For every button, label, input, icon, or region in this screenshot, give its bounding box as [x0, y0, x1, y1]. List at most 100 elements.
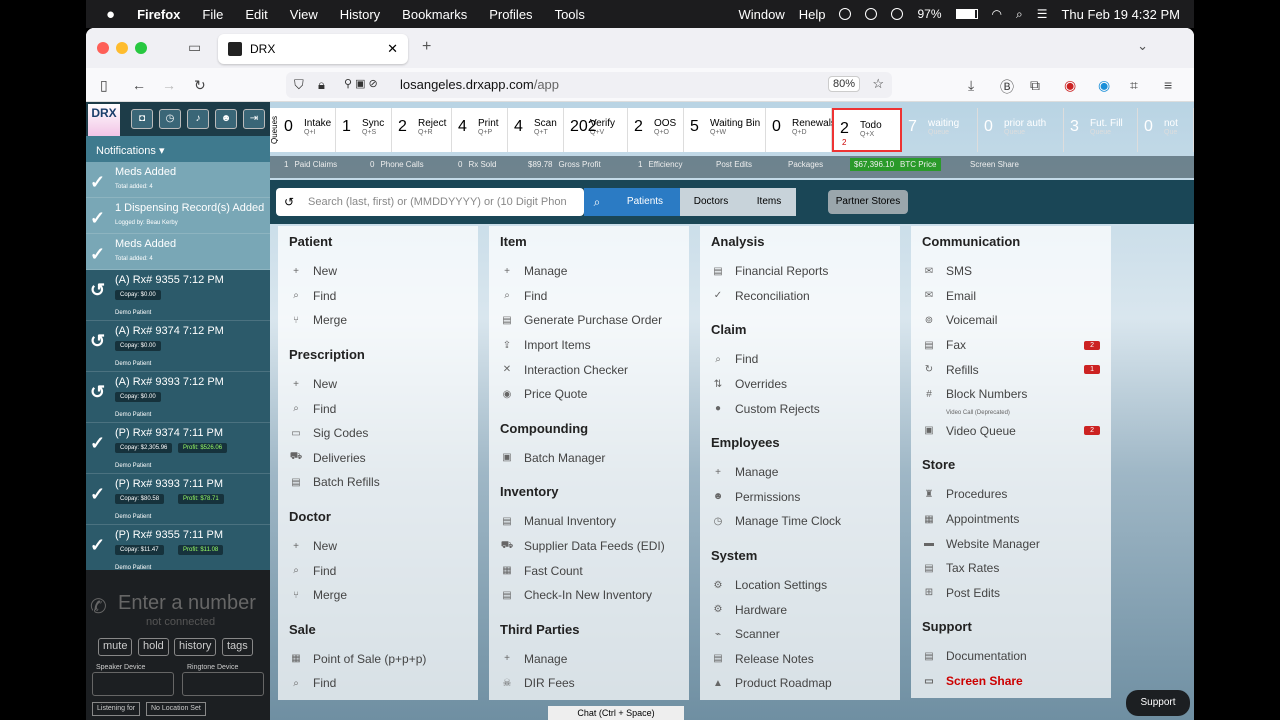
menu-item-manage[interactable]: + Manage [500, 259, 678, 284]
menu-item-overrides[interactable]: ⇅ Overrides [711, 372, 889, 397]
phone-number-input[interactable]: Enter a number [118, 592, 256, 615]
sidebar-toggle-icon[interactable]: ▯ [100, 77, 108, 94]
menu-item-find[interactable]: ⌕ Find [289, 671, 467, 696]
tab-list-chevron-icon[interactable]: ⌄ [1137, 38, 1148, 54]
menu-item-check-in-new-inventory[interactable]: ▤ Check-In New Inventory [500, 583, 678, 608]
menu-icon[interactable]: ≡ [1164, 77, 1172, 93]
play-icon[interactable] [891, 8, 904, 20]
volume-icon[interactable]: ♪ [187, 109, 209, 129]
search-input[interactable]: Search (last, first) or (MMDDYYYY) or (1… [276, 188, 584, 216]
user-icon[interactable]: ☻ [215, 109, 237, 129]
menu-item-location-settings[interactable]: ⚙ Location Settings [711, 573, 889, 598]
queue-fut-fill[interactable]: 3 Fut. Fill Queue [1064, 108, 1138, 152]
menu-profiles[interactable]: Profiles [489, 7, 532, 22]
clock[interactable]: Thu Feb 19 4:32 PM [1061, 7, 1180, 22]
menu-item-batch-manager[interactable]: ▣ Batch Manager [500, 446, 678, 471]
menu-item-permissions[interactable]: ☻ Permissions [711, 485, 889, 510]
queue-scan[interactable]: 4 Scan Q+T [508, 108, 564, 152]
chat-button[interactable]: Chat (Ctrl + Space) [548, 706, 684, 720]
tags-button[interactable]: tags [222, 638, 253, 656]
support-button[interactable]: Support [1126, 690, 1190, 716]
queue-intake[interactable]: 0 Intake Q+I [278, 108, 336, 152]
mute-button[interactable]: mute [98, 638, 133, 656]
menu-item-supplier-data-feeds-edi[interactable]: ⛟ Supplier Data Feeds (EDI) [500, 534, 678, 559]
notification-item[interactable]: ✓ Meds Added Total added: 4 [86, 234, 270, 270]
bookmark-star-icon[interactable]: ☆ [872, 76, 884, 92]
crop-icon[interactable]: ⌗ [1130, 77, 1138, 94]
menu-item-email[interactable]: ✉ Email [922, 284, 1100, 309]
menu-item-new[interactable]: + New [289, 534, 467, 559]
queue-sync[interactable]: 1 Sync Q+S [336, 108, 392, 152]
tab-patients[interactable]: Patients [610, 188, 680, 216]
menu-history[interactable]: History [340, 7, 380, 22]
drx-logo[interactable]: DRX [88, 104, 120, 136]
menu-item-interaction-checker[interactable]: ✕ Interaction Checker [500, 357, 678, 382]
partner-stores-button[interactable]: Partner Stores [828, 190, 908, 214]
queue-waiting[interactable]: 7 waiting Queue [902, 108, 978, 152]
menu-item-documentation[interactable]: ▤ Documentation [922, 644, 1100, 669]
notification-item[interactable]: ↺ (A) Rx# 9355 7:12 PM Copay: $0.00 Demo Pa… [86, 270, 270, 321]
menu-item-screen-share[interactable]: ▭ Screen Share [922, 669, 1100, 694]
menu-item-find[interactable]: ⌕ Find [500, 284, 678, 309]
apple-icon[interactable]: ● [106, 6, 115, 23]
account-icon[interactable]: Ⓑ [1000, 77, 1014, 97]
lock-icon[interactable]: 🔒︎ [318, 77, 325, 93]
menu-item-merge[interactable]: ⑂ Merge [289, 583, 467, 608]
menu-item-find[interactable]: ⌕ Find [289, 284, 467, 309]
minimize-window-button[interactable] [116, 42, 128, 54]
back-icon[interactable]: ← [132, 77, 146, 93]
queue-verify[interactable]: 202 Verify Q+V [564, 108, 628, 152]
speaker-device-select[interactable] [92, 672, 174, 696]
menu-item-voicemail[interactable]: ⊚ Voicemail [922, 308, 1100, 333]
menu-item-scanner[interactable]: ⌁ Scanner [711, 622, 889, 647]
menu-edit[interactable]: Edit [245, 7, 267, 22]
menu-app[interactable]: Firefox [137, 7, 180, 22]
menu-item-sig-codes[interactable]: ▭ Sig Codes [289, 421, 467, 446]
menu-item-manual-inventory[interactable]: ▤ Manual Inventory [500, 509, 678, 534]
queue-waiting-bin[interactable]: 5 Waiting Bin Q+W [684, 108, 766, 152]
record-icon[interactable] [839, 8, 852, 20]
menu-item-appointments[interactable]: ▦ Appointments [922, 507, 1100, 532]
menu-file[interactable]: File [202, 7, 223, 22]
menu-item-deliveries[interactable]: ⛟ Deliveries [289, 446, 467, 471]
tab-doctors[interactable]: Doctors [680, 188, 742, 216]
clock-icon[interactable]: ◷ [159, 109, 181, 129]
menu-item-find[interactable]: ⌕ Find [289, 396, 467, 421]
menu-item-financial-reports[interactable]: ▤ Financial Reports [711, 259, 889, 284]
menu-item-manage[interactable]: + Manage [711, 460, 889, 485]
menu-item-point-of-sale-p-p-p[interactable]: ▦ Point of Sale (p+p+p) [289, 647, 467, 672]
close-tab-icon[interactable]: ✕ [387, 41, 398, 57]
extension-badge-icon[interactable]: ◉ [1064, 77, 1076, 94]
notifications-dropdown[interactable]: Notifications ▾ [86, 136, 270, 162]
history-icon[interactable]: ↺ [284, 195, 294, 209]
menu-item-find[interactable]: ⌕ Find [711, 347, 889, 372]
menu-item-sms[interactable]: ✉ SMS [922, 259, 1100, 284]
tab-overview-icon[interactable]: ▭ [188, 39, 201, 56]
logout-icon[interactable]: ⇥ [243, 109, 265, 129]
camera-icon[interactable]: ◘ [131, 109, 153, 129]
menu-item-block-numbers[interactable]: # Block Numbers [922, 382, 1100, 407]
queue-renewals[interactable]: 0 Renewals Q+D [766, 108, 836, 152]
menu-item-manage-time-clock[interactable]: ◷ Manage Time Clock [711, 509, 889, 534]
menu-item-website-manager[interactable]: ▬ Website Manager [922, 531, 1100, 556]
focus-icon[interactable] [865, 8, 878, 20]
menu-item-generate-purchase-order[interactable]: ▤ Generate Purchase Order [500, 308, 678, 333]
menu-item-manage[interactable]: + Manage [500, 647, 678, 672]
menu-item-post-edits[interactable]: ⊞ Post Edits [922, 581, 1100, 606]
menu-item-new[interactable]: + New [289, 259, 467, 284]
notification-item[interactable]: ✓ 1 Dispensing Record(s) Added Logged by: … [86, 198, 270, 234]
menu-view[interactable]: View [290, 7, 318, 22]
menu-item-video-queue[interactable]: ▣ Video Queue 2 [922, 419, 1100, 444]
notification-item[interactable]: ✓ (P) Rx# 9393 7:11 PM Copay: $80.58 Profit… [86, 474, 270, 525]
close-window-button[interactable] [97, 42, 109, 54]
menu-item-new[interactable]: + New [289, 372, 467, 397]
ringtone-device-select[interactable] [182, 672, 264, 696]
menu-item-tax-rates[interactable]: ▤ Tax Rates [922, 556, 1100, 581]
menu-item-dir-fees[interactable]: ☠ DIR Fees [500, 671, 678, 696]
menu-bookmarks[interactable]: Bookmarks [402, 7, 467, 22]
notification-item[interactable]: ✓ Meds Added Total added: 4 [86, 162, 270, 198]
zoom-window-button[interactable] [135, 42, 147, 54]
search-icon[interactable]: ⌕ [584, 188, 610, 216]
menu-item-import-items[interactable]: ⇪ Import Items [500, 333, 678, 358]
extension-blue-icon[interactable]: ◉ [1098, 77, 1110, 94]
